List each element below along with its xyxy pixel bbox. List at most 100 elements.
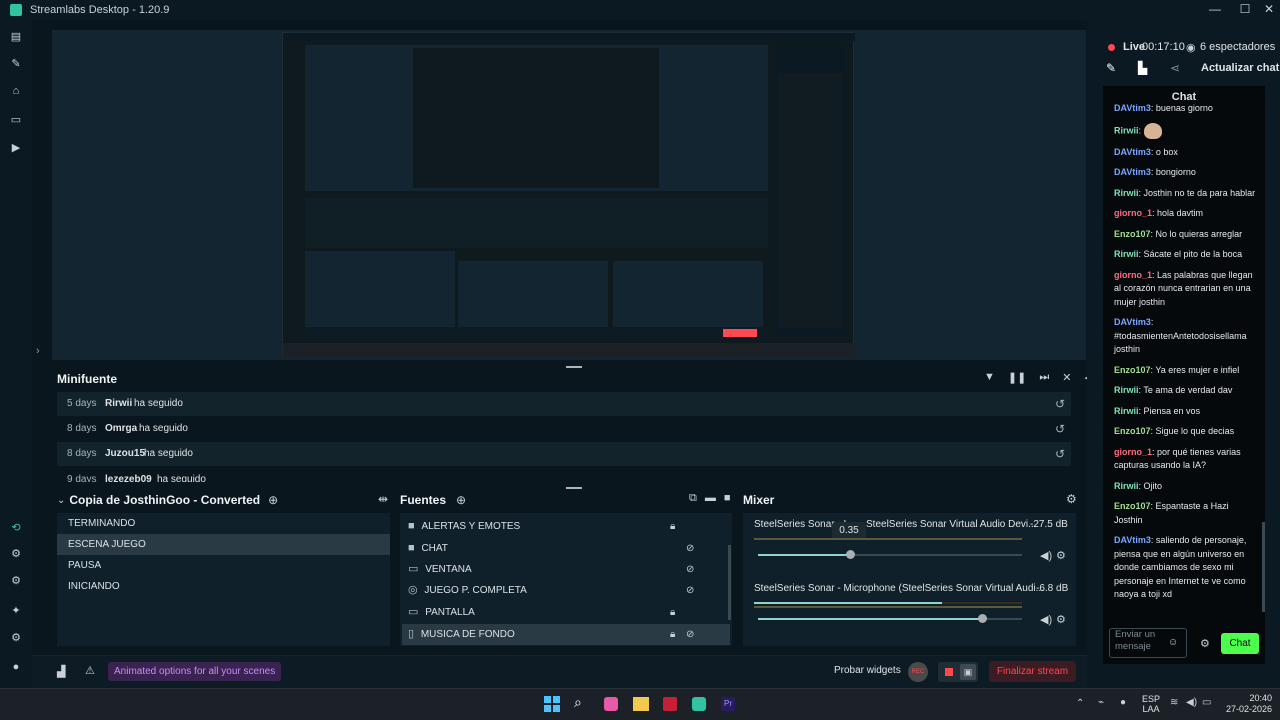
search-icon[interactable]: ⌕ xyxy=(574,694,582,711)
lock-icon[interactable]: 🔒︎ xyxy=(670,624,675,645)
premiere-icon[interactable]: Pr xyxy=(721,697,735,711)
end-stream-button[interactable]: Finalizar stream xyxy=(989,661,1076,682)
stats-icon[interactable]: ▟ xyxy=(57,665,65,678)
source-item[interactable]: ▭ PANTALLA 🔒︎ xyxy=(402,602,730,623)
battery-icon[interactable]: ▭ xyxy=(1202,697,1211,708)
chat-username[interactable]: Rirwii xyxy=(1114,385,1139,395)
speaker-icon[interactable]: ◀) xyxy=(1186,697,1197,708)
scene-collection-title[interactable]: Copia de JosthinGoo - Converted xyxy=(69,493,260,507)
source-item[interactable]: ■ CHAT ⊘ xyxy=(402,538,730,559)
start-icon[interactable] xyxy=(544,696,560,712)
play-icon[interactable]: ▶ xyxy=(9,141,23,155)
volume-slider[interactable] xyxy=(758,614,1022,623)
replay-icon[interactable]: ↺ xyxy=(1055,447,1065,461)
alert-icon[interactable]: ⚠ xyxy=(85,664,95,677)
edit-icon[interactable]: ✎ xyxy=(1106,61,1116,75)
lock-icon[interactable]: 🔒︎ xyxy=(670,602,675,623)
layout-icon[interactable]: ▭ xyxy=(9,113,23,127)
visibility-off-icon[interactable]: ⊘ xyxy=(686,538,694,559)
refresh-chat-button[interactable]: Actualizar chat xyxy=(1201,62,1279,74)
mixer-settings-icon[interactable]: ⚙ xyxy=(1066,492,1077,506)
source-item[interactable]: ▭ VENTANA ⊘ xyxy=(402,559,730,580)
scrollbar[interactable] xyxy=(728,545,731,620)
streamlabs-icon[interactable] xyxy=(692,697,706,711)
visibility-off-icon[interactable]: ⊘ xyxy=(686,580,694,601)
source-item-selected[interactable]: ▯ MUSICA DE FONDO 🔒︎ ⊘ xyxy=(402,624,730,645)
drag-handle[interactable] xyxy=(566,366,582,368)
track-settings-icon[interactable]: ⚙ xyxy=(1056,613,1066,626)
scene-item-selected[interactable]: ESCENA JUEGO xyxy=(57,534,390,555)
replay-icon[interactable]: ↺ xyxy=(1055,422,1065,436)
maximize-button[interactable]: ☐ xyxy=(1234,0,1256,20)
pause-icon[interactable]: ❚❚ xyxy=(1008,371,1026,384)
add-scene-icon[interactable]: ⊕ xyxy=(268,493,278,507)
mute-icon[interactable]: ◀) xyxy=(1040,613,1052,626)
chat-username[interactable]: Enzo107 xyxy=(1114,365,1151,375)
promo-banner[interactable]: Animated options for all your scenes xyxy=(108,662,282,681)
studio-mode-icon[interactable]: ⟲ xyxy=(9,521,23,535)
chevron-down-icon[interactable]: ⌄ xyxy=(57,495,65,506)
dashboard-icon[interactable]: ▙ xyxy=(1138,61,1147,75)
source-item[interactable]: ■ ALERTAS Y EMOTES 🔒︎ xyxy=(402,516,730,537)
usb-icon[interactable]: ⌁ xyxy=(1098,697,1104,708)
record-toggle[interactable]: ▣ xyxy=(938,662,978,682)
chat-username[interactable]: Rirwii xyxy=(1114,125,1139,135)
chat-username[interactable]: Enzo107 xyxy=(1114,426,1151,436)
emoji-icon[interactable]: ☺ xyxy=(1168,637,1178,648)
minimize-button[interactable]: — xyxy=(1204,0,1226,20)
source-item[interactable]: ◎ JUEGO P. COMPLETA ⊘ xyxy=(402,580,730,601)
profile-icon[interactable]: ● xyxy=(9,660,23,674)
settings-icon[interactable]: ⚙ xyxy=(9,547,23,561)
mute-icon[interactable]: ◀) xyxy=(1040,549,1052,562)
filter-icon[interactable]: ▼ xyxy=(984,371,995,384)
store-icon[interactable]: ⌂ xyxy=(9,84,23,98)
share-icon[interactable]: ⋖ xyxy=(1170,61,1180,75)
clock[interactable]: 20:40 27-02-2026 xyxy=(1222,693,1272,715)
themes-icon[interactable]: ✎ xyxy=(9,57,23,71)
editor-icon[interactable]: ▤ xyxy=(9,30,23,44)
chat-username[interactable]: Rirwii xyxy=(1114,406,1139,416)
chat-username[interactable]: Enzo107 xyxy=(1114,501,1151,511)
add-source-icon[interactable]: ⊕ xyxy=(456,493,466,507)
opera-icon[interactable] xyxy=(663,697,677,711)
lock-icon[interactable]: 🔒︎ xyxy=(670,516,675,537)
track-settings-icon[interactable]: ⚙ xyxy=(1056,549,1066,562)
language-indicator[interactable]: ESP LAA xyxy=(1142,694,1160,714)
scene-item[interactable]: TERMINANDO xyxy=(57,513,390,534)
test-widgets-label[interactable]: Probar widgets xyxy=(834,665,901,676)
copy-icon[interactable]: ⧉ xyxy=(689,492,697,505)
transitions-icon[interactable]: ⇹ xyxy=(378,492,388,506)
wifi-icon[interactable]: ≋ xyxy=(1170,697,1178,708)
visibility-off-icon[interactable]: ⊘ xyxy=(686,624,694,645)
skip-icon[interactable]: ⏭ xyxy=(1039,371,1049,384)
test-widgets-button[interactable]: REC xyxy=(908,662,928,682)
chat-username[interactable]: Enzo107 xyxy=(1114,229,1151,239)
sparkle-icon[interactable]: ✦ xyxy=(9,604,23,618)
gear-icon[interactable]: ⚙ xyxy=(9,631,23,645)
mute-alerts-icon[interactable]: ✕ xyxy=(1062,371,1071,384)
explorer-icon[interactable] xyxy=(633,697,649,711)
layout-editor-icon[interactable]: ⚙ xyxy=(9,574,23,588)
scene-item[interactable]: INICIANDO xyxy=(57,576,390,597)
volume-slider[interactable] xyxy=(758,550,1022,559)
chat-username[interactable]: Rirwii xyxy=(1114,481,1139,491)
chat-username[interactable]: DAVtim3 xyxy=(1114,147,1151,157)
chat-username[interactable]: giorno_1 xyxy=(1114,208,1152,218)
chevron-up-icon[interactable]: ⌃ xyxy=(1076,698,1084,709)
chat-username[interactable]: DAVtim3 xyxy=(1114,167,1151,177)
chat-username[interactable]: giorno_1 xyxy=(1114,447,1152,457)
collapse-left-icon[interactable]: › xyxy=(36,345,40,357)
chat-send-button[interactable]: Chat xyxy=(1221,633,1259,654)
copilot-icon[interactable] xyxy=(604,697,618,711)
chat-username[interactable]: giorno_1 xyxy=(1114,270,1152,280)
chat-username[interactable]: Rirwii xyxy=(1114,249,1139,259)
close-button[interactable]: ✕ xyxy=(1258,0,1280,20)
folder-add-icon[interactable]: ▬ xyxy=(705,492,716,505)
chat-username[interactable]: DAVtim3 xyxy=(1114,104,1151,113)
chat-username[interactable]: Rirwii xyxy=(1114,188,1139,198)
chat-settings-icon[interactable]: ⚙ xyxy=(1200,637,1210,650)
mic-icon[interactable]: ● xyxy=(1120,697,1126,708)
chat-input[interactable]: Enviar un mensaje ☺ xyxy=(1109,628,1187,658)
folder-icon[interactable]: ■ xyxy=(724,492,731,505)
replay-icon[interactable]: ↺ xyxy=(1055,397,1065,411)
